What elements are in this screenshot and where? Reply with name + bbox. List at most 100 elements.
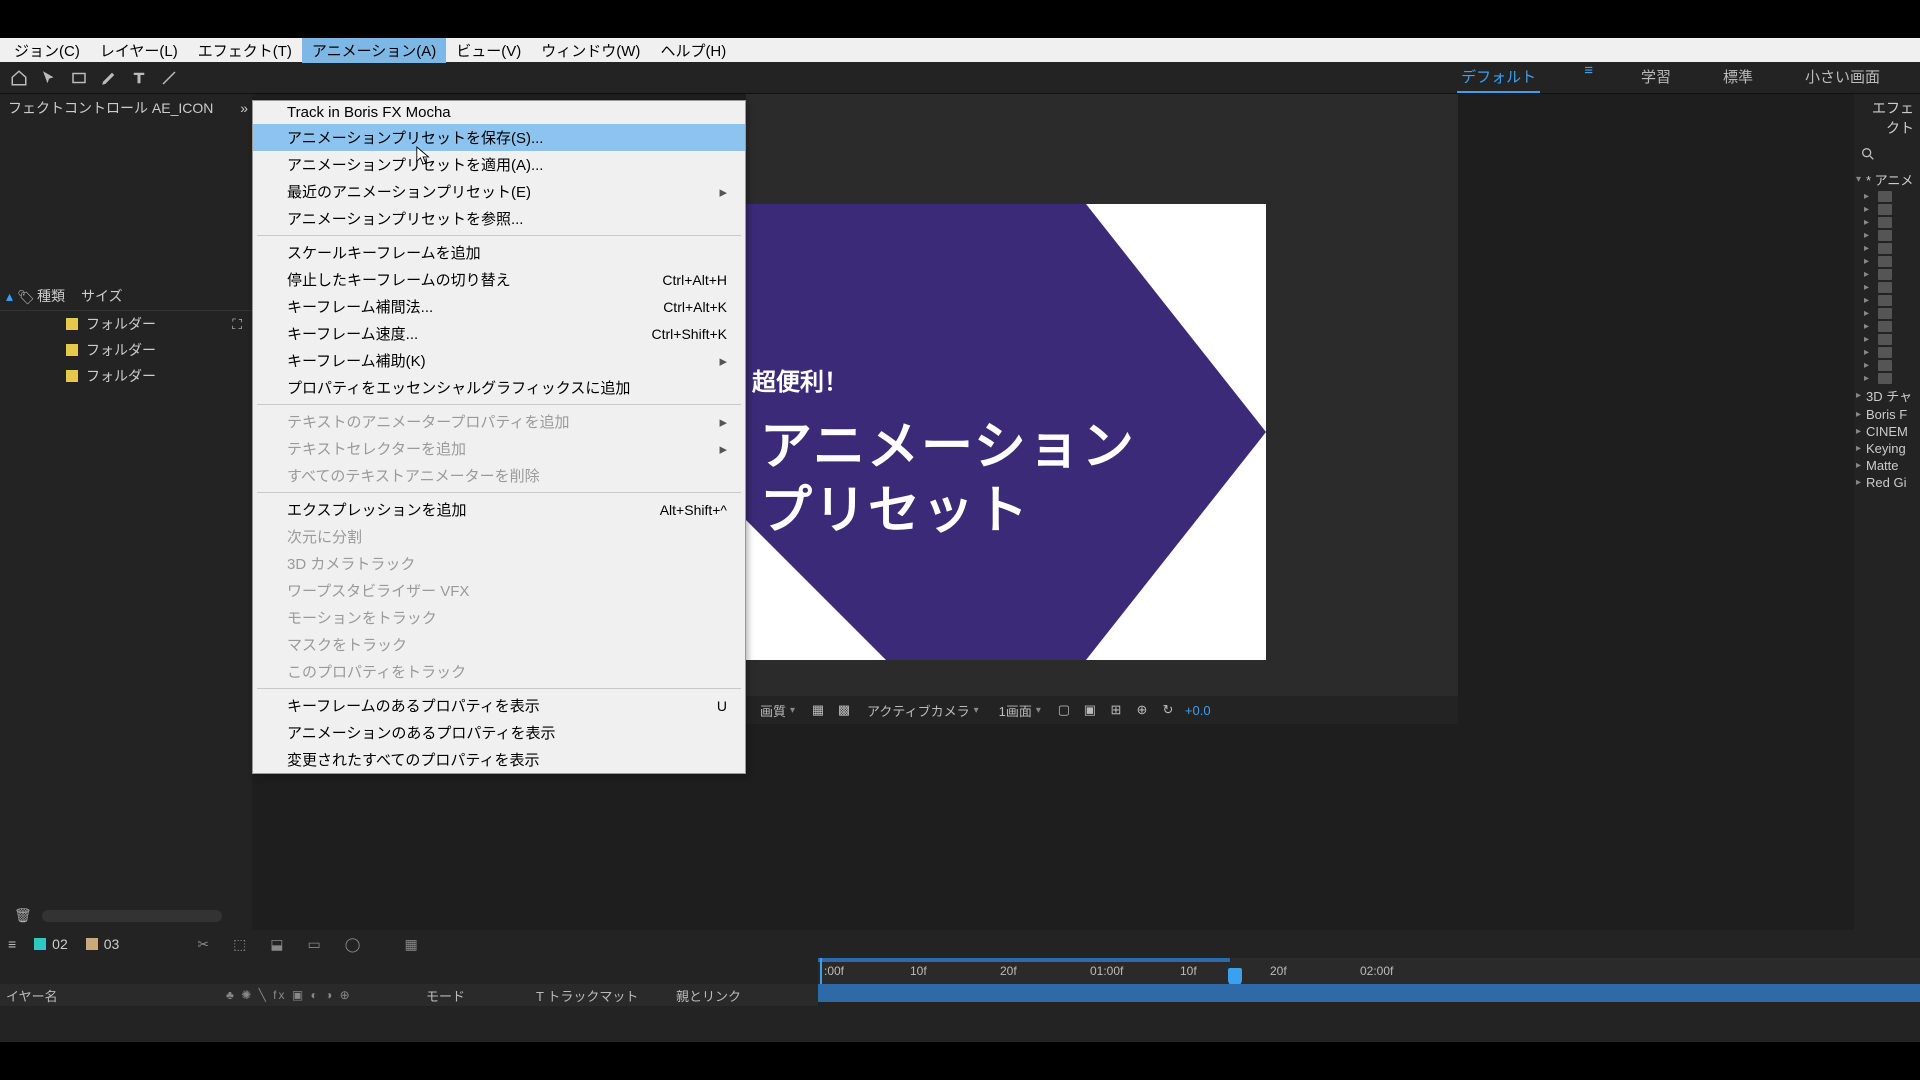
preset-folder[interactable]: ▸ <box>1854 242 1920 255</box>
workspace-small[interactable]: 小さい画面 <box>1801 62 1884 93</box>
tl-tool-3-icon[interactable]: ⬓ <box>270 936 283 953</box>
selection-tool-icon[interactable] <box>36 66 62 90</box>
col-switches[interactable]: ♣ ✺ ╲ fx ▣ ◐ ◑ ⊕ <box>226 988 426 1002</box>
col-layer-name[interactable]: イヤー名 <box>6 986 226 1005</box>
views-dropdown[interactable]: 1画面▾ <box>993 701 1047 720</box>
menu-item[interactable]: キーフレームのあるプロパティを表示U <box>253 692 745 719</box>
preset-folder[interactable]: ▸ <box>1854 255 1920 268</box>
preset-folder[interactable]: ▸ <box>1854 333 1920 346</box>
preset-category[interactable]: ▸CINEM <box>1854 423 1920 440</box>
preset-folder[interactable]: ▸ <box>1854 307 1920 320</box>
menu-item[interactable]: 停止したキーフレームの切り替えCtrl+Alt+H <box>253 266 745 293</box>
preset-folder[interactable]: ▸ <box>1854 229 1920 242</box>
timeline-ruler[interactable]: :00f 10f 20f 01:00f 10f 20f 02:00f <box>818 958 1920 984</box>
menu-item[interactable]: キーフレーム補助(K)▸ <box>253 347 745 374</box>
trash-icon[interactable]: 🗑 <box>14 907 32 924</box>
menu-composition[interactable]: ジョン(C) <box>4 38 90 63</box>
menu-item[interactable]: 最近のアニメーションプリセット(E)▸ <box>253 178 745 205</box>
tl-tool-1-icon[interactable]: ✂ <box>197 936 209 953</box>
timeline-menu-icon[interactable]: ≡ <box>8 936 16 952</box>
menu-item[interactable]: アニメーションプリセットを保存(S)... <box>253 124 745 151</box>
workspace-default[interactable]: デフォルト <box>1457 62 1540 93</box>
preset-folder[interactable]: ▸ <box>1854 281 1920 294</box>
toggle-1-icon[interactable]: ▢ <box>1055 701 1073 719</box>
mask-icon[interactable]: ▩ <box>835 701 853 719</box>
menu-item[interactable]: 変更されたすべてのプロパティを表示 <box>253 746 745 773</box>
preset-category[interactable]: ▸Matte <box>1854 457 1920 474</box>
menu-item[interactable]: スケールキーフレームを追加 <box>253 239 745 266</box>
preset-folder[interactable]: ▸ <box>1854 268 1920 281</box>
home-icon[interactable] <box>6 66 32 90</box>
sort-arrow-icon[interactable]: ▴ <box>6 288 13 305</box>
quality-dropdown[interactable]: 画質▾ <box>754 701 801 720</box>
menu-window[interactable]: ウィンドウ(W) <box>531 38 650 63</box>
toggle-4-icon[interactable]: ⊕ <box>1133 701 1151 719</box>
col-parent[interactable]: 親とリンク <box>676 986 741 1005</box>
preset-folder[interactable]: ▸ <box>1854 216 1920 229</box>
text-tool-icon[interactable] <box>126 66 152 90</box>
label-column-icon[interactable]: 🏷 <box>17 289 31 303</box>
menu-help[interactable]: ヘルプ(H) <box>650 38 736 63</box>
preset-folder[interactable]: ▸ <box>1854 359 1920 372</box>
tl-tool-4-icon[interactable]: ▭ <box>308 936 321 953</box>
effects-panel-header[interactable]: エフェクト <box>1854 94 1920 142</box>
menu-item[interactable]: アニメーションプリセットを参照... <box>253 205 745 232</box>
preset-tree-root[interactable]: ▾* アニメ <box>1854 169 1920 190</box>
tl-tool-2-icon[interactable]: ⬚ <box>233 936 246 953</box>
menu-effect[interactable]: エフェクト(T) <box>188 38 302 63</box>
timeline-tab[interactable]: 02 <box>34 936 68 952</box>
grid-icon[interactable]: ▦ <box>809 701 827 719</box>
preset-category[interactable]: ▸Keying <box>1854 440 1920 457</box>
preset-folder[interactable]: ▸ <box>1854 203 1920 216</box>
work-area-bar[interactable] <box>818 958 1230 962</box>
playhead-start[interactable] <box>820 958 822 984</box>
composition-viewer[interactable]: 超便利！ アニメーション プリセット <box>746 94 1458 696</box>
camera-dropdown[interactable]: アクティブカメラ▾ <box>861 701 985 720</box>
menu-item[interactable]: アニメーションプリセットを適用(A)... <box>253 151 745 178</box>
workspace-menu-icon[interactable]: ≡ <box>1584 62 1593 93</box>
refresh-icon[interactable]: ↻ <box>1159 701 1177 719</box>
exposure-value[interactable]: +0.0 <box>1185 703 1211 718</box>
preset-folder[interactable]: ▸ <box>1854 294 1920 307</box>
menu-item[interactable]: アニメーションのあるプロパティを表示 <box>253 719 745 746</box>
menu-item[interactable]: エクスプレッションを追加Alt+Shift+^ <box>253 496 745 523</box>
project-zoom-slider[interactable] <box>42 910 222 922</box>
col-trackmatte[interactable]: T トラックマット <box>536 986 676 1005</box>
toggle-3-icon[interactable]: ⊞ <box>1107 701 1125 719</box>
tl-tool-6-icon[interactable]: ▦ <box>404 936 417 953</box>
preset-category[interactable]: ▸Red Gi <box>1854 474 1920 491</box>
tl-tool-5-icon[interactable]: ◯ <box>345 936 361 953</box>
pen-tool-icon[interactable] <box>96 66 122 90</box>
menu-item[interactable]: プロパティをエッセンシャルグラフィックスに追加 <box>253 374 745 401</box>
menu-item[interactable]: キーフレーム速度...Ctrl+Shift+K <box>253 320 745 347</box>
project-item[interactable]: フォルダー <box>0 337 252 363</box>
workspace-standard[interactable]: 標準 <box>1719 62 1757 93</box>
brush-tool-icon[interactable] <box>156 66 182 90</box>
preset-folder[interactable]: ▸ <box>1854 190 1920 203</box>
column-size[interactable]: サイズ <box>81 286 123 306</box>
preset-category[interactable]: ▸3D チャ <box>1854 385 1920 406</box>
col-mode[interactable]: モード <box>426 986 536 1005</box>
menu-item[interactable]: Track in Boris FX Mocha <box>253 101 745 124</box>
effects-search-icon[interactable] <box>1854 142 1920 169</box>
preset-folder[interactable]: ▸ <box>1854 372 1920 385</box>
preset-folder[interactable]: ▸ <box>1854 346 1920 359</box>
timeline-track-area[interactable] <box>818 984 1920 1006</box>
project-item[interactable]: フォルダー⛶ <box>0 311 252 337</box>
column-kind[interactable]: 種類 <box>37 286 65 306</box>
layer-bar[interactable] <box>818 984 1920 1002</box>
workspace-learn[interactable]: 学習 <box>1637 62 1675 93</box>
panel-overflow-icon[interactable]: » <box>240 100 244 116</box>
menu-view[interactable]: ビュー(V) <box>446 38 531 63</box>
menu-layer[interactable]: レイヤー(L) <box>90 38 188 63</box>
menu-animation[interactable]: アニメーション(A) <box>302 38 446 63</box>
timeline-tab[interactable]: 03 <box>86 936 120 952</box>
menu-item[interactable]: キーフレーム補間法...Ctrl+Alt+K <box>253 293 745 320</box>
preset-folder[interactable]: ▸ <box>1854 320 1920 333</box>
toggle-2-icon[interactable]: ▣ <box>1081 701 1099 719</box>
project-item[interactable]: フォルダー <box>0 363 252 389</box>
hand-tool-icon[interactable] <box>66 66 92 90</box>
flowchart-icon[interactable]: ⛶ <box>232 316 242 333</box>
panel-tab[interactable]: フェクトコントロール AE_ICON » <box>0 94 252 122</box>
preset-category[interactable]: ▸Boris F <box>1854 406 1920 423</box>
